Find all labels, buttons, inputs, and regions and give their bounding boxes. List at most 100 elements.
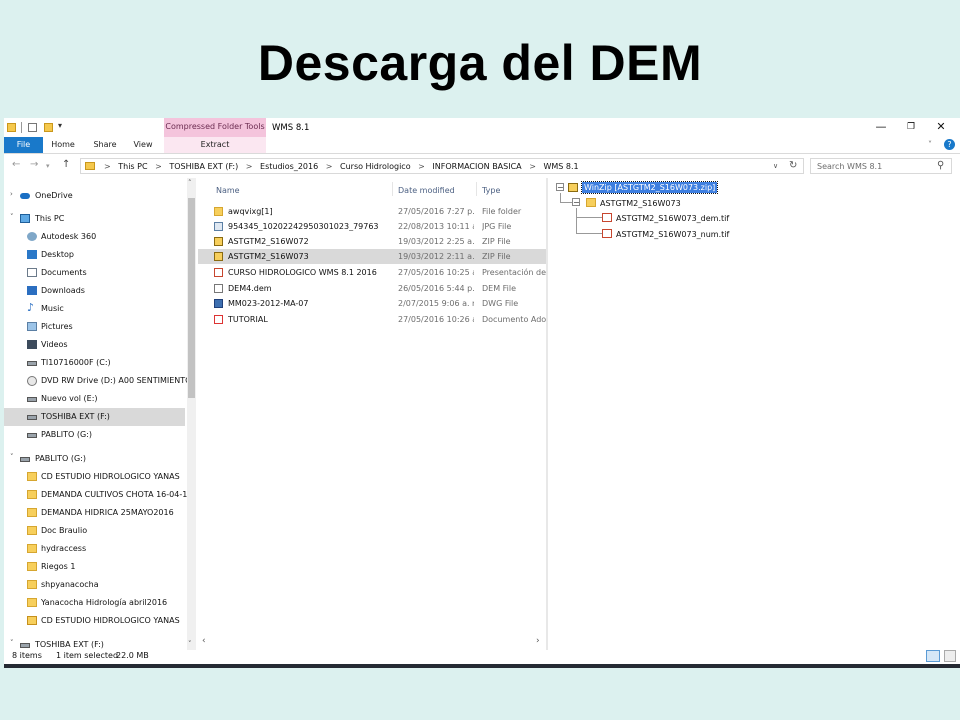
nav-item-pablito[interactable]: ˅ PABLITO (G:) [4,450,185,468]
file-row[interactable]: CURSO HIDROLOGICO WMS 8.1 2016 27/05/201… [198,265,546,280]
breadcrumb-estudios[interactable]: Estudios_2016 [260,162,318,171]
chevron-down-icon[interactable]: ˅ [10,453,14,461]
details-view-icon[interactable] [926,650,940,662]
file-list-hscrollbar[interactable]: ‹ › [198,636,546,648]
tree-folder[interactable]: ASTGTM2_S16W073 [600,199,681,208]
breadcrumb-this-pc[interactable]: This PC [118,162,147,171]
tab-file[interactable]: File [4,137,43,153]
chevron-right-icon[interactable]: › [536,636,540,646]
back-arrow-icon[interactable]: ← [12,159,20,170]
nav-item-downloads[interactable]: Downloads [4,282,185,300]
folder-icon [27,472,37,481]
nav-item-autodesk[interactable]: Autodesk 360 [4,228,185,246]
breadcrumb-curso-hidrologico[interactable]: Curso Hidrologico [340,162,411,171]
image-icon [214,222,223,231]
nav-item-folder[interactable]: CD ESTUDIO HIDROLOGICO YANAS [4,468,185,486]
address-dropdown-icon[interactable]: ∨ [773,162,778,170]
music-icon: ♪ [27,301,35,314]
nav-item-drive-g[interactable]: PABLITO (G:) [4,426,185,444]
large-icons-view-icon[interactable] [944,650,956,662]
column-divider[interactable] [476,182,477,196]
computer-icon [20,214,30,223]
search-placeholder: Search WMS 8.1 [817,162,883,171]
tab-share[interactable]: Share [90,137,120,153]
nav-item-zip-folder[interactable]: CD ESTUDIO HIDROLOGICO YANAS [4,612,185,630]
nav-item-desktop[interactable]: Desktop [4,246,185,264]
window-title: WMS 8.1 [272,123,310,133]
chevron-down-icon[interactable]: ˅ [928,140,932,149]
minimize-button[interactable]: — [866,118,896,137]
file-row[interactable]: TUTORIAL 27/05/2016 10:26 a... Documento… [198,312,546,327]
column-type[interactable]: Type [482,186,500,195]
chevron-down-icon[interactable]: ˅ [10,639,14,647]
collapse-icon[interactable]: − [572,198,580,207]
tab-extract[interactable]: Extract [164,137,266,153]
nav-item-drive-e[interactable]: Nuevo vol (E:) [4,390,185,408]
scrollbar-thumb[interactable] [188,198,195,398]
compressed-folder-tools-label: Compressed Folder Tools [164,118,266,137]
nav-item-folder[interactable]: Yanacocha Hidrología abril2016 [4,594,185,612]
nav-item-folder[interactable]: Doc Braulio [4,522,185,540]
customize-toolbar-icon[interactable]: ▾ [58,121,62,130]
nav-item-drive-c[interactable]: TI10716000F (C:) [4,354,185,372]
nav-item-drive-f[interactable]: TOSHIBA EXT (F:) [4,408,185,426]
file-row[interactable]: awqvixg[1] 27/05/2016 7:27 p.... File fo… [198,204,546,219]
close-button[interactable]: ✕ [926,118,956,137]
tree-connector [560,202,572,203]
breadcrumb-wms[interactable]: WMS 8.1 [543,162,578,171]
file-row[interactable]: ASTGTM2_S16W072 19/03/2012 2:25 a. ... Z… [198,234,546,249]
column-date[interactable]: Date modified [398,186,455,195]
nav-item-folder[interactable]: hydraccess [4,540,185,558]
cloud-icon [20,193,30,199]
collapse-icon[interactable]: − [556,183,564,192]
file-row[interactable]: 954345_10202242950301023_797635178_n 22/… [198,219,546,234]
file-row[interactable]: MM023-2012-MA-07 2/07/2015 9:06 a. m. DW… [198,296,546,311]
nav-scrollbar[interactable]: ˄ ˅ [187,178,196,650]
chevron-down-icon[interactable]: ˅ [10,213,14,221]
maximize-button[interactable]: ❐ [896,118,926,137]
search-input[interactable]: Search WMS 8.1 ⚲ [810,158,952,174]
navigation-pane: › OneDrive ˅ This PC Autodesk 360 Deskto… [4,178,196,650]
file-row-selected[interactable]: ASTGTM2_S16W073 19/03/2012 2:11 a. ... Z… [198,249,546,264]
nav-item-documents[interactable]: Documents [4,264,185,282]
properties-icon[interactable] [28,123,37,132]
nav-item-folder[interactable]: Riegos 1 [4,558,185,576]
nav-item-onedrive[interactable]: › OneDrive [4,187,185,205]
chevron-down-icon[interactable]: ˅ [188,640,192,648]
nav-item-folder[interactable]: shpyanacocha [4,576,185,594]
nav-item-toshiba[interactable]: ˅ TOSHIBA EXT (F:) [4,636,185,650]
tab-home[interactable]: Home [48,137,78,153]
help-icon[interactable]: ? [944,139,955,150]
breadcrumb-toshiba-ext[interactable]: TOSHIBA EXT (F:) [169,162,238,171]
chevron-up-icon[interactable]: ˄ [188,179,192,187]
nav-item-this-pc[interactable]: ˅ This PC [4,210,185,228]
breadcrumb-informacion-basica[interactable]: INFORMACION BASICA [432,162,521,171]
dwg-icon [214,299,223,308]
forward-arrow-icon[interactable]: → [30,159,38,170]
nav-item-dvd-drive[interactable]: DVD RW Drive (D:) A00 SENTIMIENTO [4,372,191,390]
refresh-icon[interactable]: ↻ [789,160,797,171]
nav-item-pictures[interactable]: Pictures [4,318,185,336]
nav-item-folder[interactable]: DEMANDA CULTIVOS CHOTA 16-04-16 [4,486,192,504]
documents-icon [27,268,37,277]
chevron-left-icon[interactable]: ‹ [202,636,206,646]
up-arrow-icon[interactable]: ↑ [62,159,70,170]
chevron-right-icon[interactable]: › [10,190,13,198]
tab-view[interactable]: View [130,137,156,153]
drive-icon [27,415,37,420]
address-bar[interactable]: > This PC > TOSHIBA EXT (F:) > Estudios_… [80,158,804,174]
column-divider[interactable] [392,182,393,196]
nav-item-videos[interactable]: Videos [4,336,185,354]
search-icon[interactable]: ⚲ [937,160,944,171]
tree-file[interactable]: ASTGTM2_S16W073_dem.tif [616,214,729,223]
nav-item-music[interactable]: ♪ Music [4,300,185,318]
column-name[interactable]: Name [216,186,240,195]
file-row[interactable]: DEM4.dem 26/05/2016 5:44 p.... DEM File [198,281,546,296]
tree-file[interactable]: ASTGTM2_S16W073_num.tif [616,230,729,239]
folder-icon [7,123,16,132]
nav-item-folder[interactable]: DEMANDA HIDRICA 25MAYO2016 [4,504,185,522]
tree-root-winzip[interactable]: WinZip [ASTGTM2_S16W073.zip] [580,181,719,194]
new-folder-icon[interactable] [44,123,53,132]
recent-locations-icon[interactable]: ▾ [46,162,50,170]
tree-connector [576,208,577,234]
